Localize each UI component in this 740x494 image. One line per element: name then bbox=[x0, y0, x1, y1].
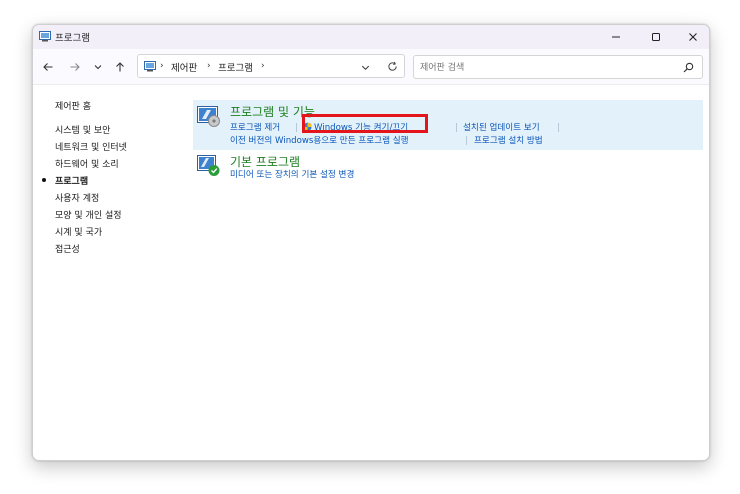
navigation-bar: › 제어판 › 프로그램 › bbox=[33, 49, 709, 85]
forward-button[interactable] bbox=[66, 58, 84, 76]
refresh-icon bbox=[387, 61, 397, 71]
view-installed-updates-link[interactable]: 설치된 업데이트 보기 bbox=[463, 121, 540, 133]
active-bullet-icon bbox=[42, 178, 46, 182]
sidebar-item-appearance[interactable]: 모양 및 개인 설정 bbox=[55, 208, 122, 221]
sidebar-item-control-panel-home[interactable]: 제어판 홈 bbox=[55, 99, 91, 112]
breadcrumb-control-panel[interactable]: 제어판 bbox=[171, 60, 197, 74]
chevron-down-icon bbox=[361, 65, 369, 70]
arrow-right-icon bbox=[70, 63, 80, 71]
sidebar-item-programs[interactable]: 프로그램 bbox=[42, 174, 89, 187]
address-bar[interactable]: › 제어판 › 프로그램 › bbox=[137, 54, 405, 78]
window-title: 프로그램 bbox=[55, 33, 90, 44]
sidebar-item-system-security[interactable]: 시스템 및 보안 bbox=[55, 123, 110, 136]
uninstall-program-link[interactable]: 프로그램 제거 bbox=[230, 121, 280, 133]
close-button[interactable] bbox=[675, 25, 709, 49]
link-separator bbox=[466, 136, 467, 145]
default-programs-icon bbox=[197, 155, 220, 176]
run-older-programs-link[interactable]: 이전 버전의 Windows용으로 만든 프로그램 실행 bbox=[230, 134, 409, 146]
breadcrumb-programs[interactable]: 프로그램 bbox=[218, 60, 253, 74]
sidebar-item-user-accounts[interactable]: 사용자 계정 bbox=[55, 191, 99, 204]
control-panel-window: 프로그램 › 제어판 › 프로그램 › 제어판 검색 제어판 홈 시스템 및 보… bbox=[32, 24, 710, 461]
arrow-left-icon bbox=[43, 63, 53, 71]
how-to-install-program-link[interactable]: 프로그램 설치 방법 bbox=[474, 134, 543, 146]
media-device-defaults-link[interactable]: 미디어 또는 장치의 기본 설정 변경 bbox=[230, 168, 354, 180]
arrow-up-icon bbox=[116, 62, 124, 72]
control-panel-icon bbox=[39, 31, 51, 42]
sidebar-item-label: 프로그램 bbox=[55, 177, 89, 187]
programs-features-section: 프로그램 및 기능 프로그램 제거 Windows 기능 켜기/끄기 설치된 업… bbox=[193, 100, 703, 150]
search-input[interactable] bbox=[420, 60, 670, 75]
refresh-button[interactable] bbox=[385, 59, 399, 73]
control-panel-icon bbox=[144, 61, 156, 72]
chevron-down-icon bbox=[94, 65, 102, 70]
minimize-icon bbox=[612, 36, 620, 38]
programs-features-icon bbox=[197, 106, 220, 127]
sidebar-item-accessibility[interactable]: 접근성 bbox=[55, 242, 80, 255]
address-dropdown-button[interactable] bbox=[358, 60, 372, 74]
sidebar-item-hardware-sound[interactable]: 하드웨어 및 소리 bbox=[55, 157, 119, 170]
recent-locations-button[interactable] bbox=[89, 58, 107, 76]
sidebar-item-clock-region[interactable]: 시계 및 국가 bbox=[55, 225, 102, 238]
default-programs-section: 기본 프로그램 미디어 또는 장치의 기본 설정 변경 bbox=[193, 150, 703, 184]
up-button[interactable] bbox=[111, 58, 129, 76]
breadcrumb-separator-icon: › bbox=[261, 61, 265, 71]
title-bar: 프로그램 bbox=[33, 25, 709, 49]
breadcrumb-separator-icon: › bbox=[207, 61, 211, 71]
link-separator bbox=[558, 123, 559, 132]
sidebar-item-network-internet[interactable]: 네트워크 및 인터넷 bbox=[55, 140, 127, 153]
maximize-button[interactable] bbox=[638, 25, 674, 49]
link-separator bbox=[456, 123, 457, 132]
annotation-highlight-box bbox=[302, 114, 428, 133]
minimize-button[interactable] bbox=[598, 25, 634, 49]
search-box[interactable] bbox=[413, 55, 703, 79]
close-icon bbox=[689, 33, 697, 41]
breadcrumb-separator-icon: › bbox=[160, 61, 164, 71]
search-icon bbox=[683, 62, 694, 73]
maximize-icon bbox=[652, 33, 660, 41]
link-separator bbox=[296, 123, 297, 132]
back-button[interactable] bbox=[39, 58, 57, 76]
